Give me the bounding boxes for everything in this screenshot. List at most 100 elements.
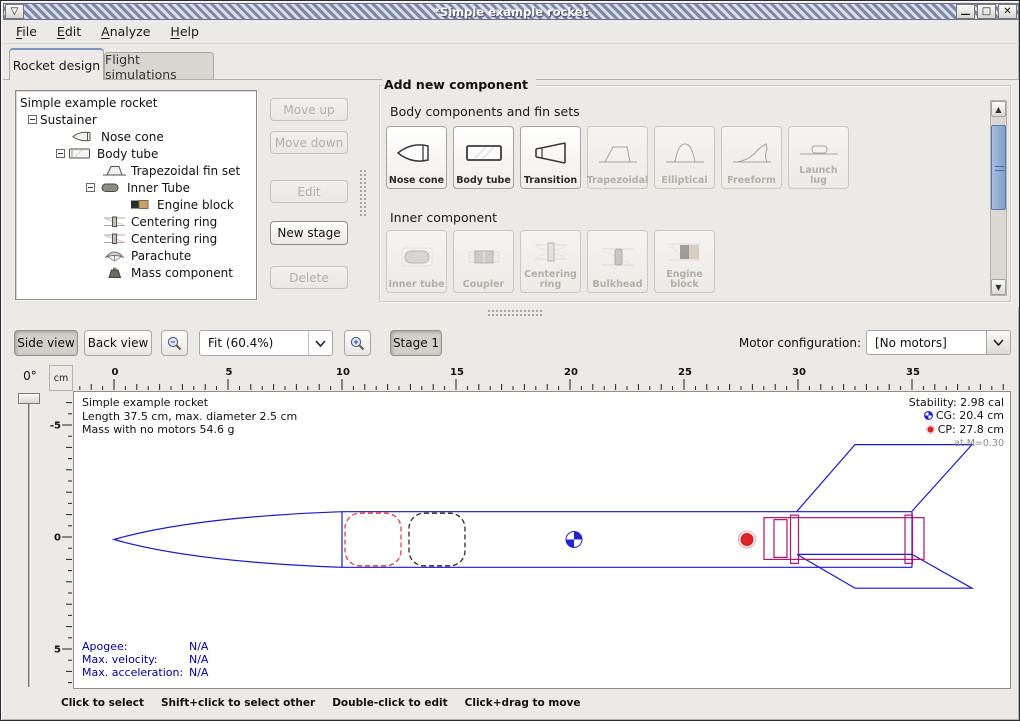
nose-cone-outline[interactable] <box>114 512 342 568</box>
centering-ring-fore[interactable] <box>791 515 799 563</box>
svg-text:15: 15 <box>450 367 464 378</box>
rotation-slider-handle[interactable] <box>18 393 40 404</box>
bulkhead-icon <box>596 234 640 280</box>
zoom-out-button[interactable] <box>161 330 188 356</box>
component-button-label: Freeform <box>727 176 776 186</box>
centering-ring-icon <box>102 232 128 245</box>
edit-button[interactable]: Edit <box>270 180 348 203</box>
centering-ring-aft[interactable] <box>905 515 913 563</box>
transition-icon <box>529 130 573 176</box>
nose-cone-icon <box>72 130 98 143</box>
menu-analyze[interactable]: Analyze <box>92 21 159 42</box>
stage-1-label: Stage 1 <box>393 336 439 350</box>
view-toolbar: Side view Back view Fit (60.4%) Stage 1 … <box>3 319 1019 363</box>
side-view-button[interactable]: Side view <box>14 330 78 356</box>
tree-item-label: Trapezoidal fin set <box>131 164 240 178</box>
tree-item-simple-example-rocket[interactable]: Simple example rocket <box>16 94 256 111</box>
close-button[interactable]: ✕ <box>998 4 1017 19</box>
add-transition-button[interactable]: Transition <box>520 126 581 189</box>
tab-flight-simulations[interactable]: Flight simulations <box>104 52 214 80</box>
rocket-info-text: Simple example rocket Length 37.5 cm, ma… <box>82 396 297 437</box>
move-down-button[interactable]: Move down <box>270 131 348 154</box>
svg-text:-5: -5 <box>50 421 61 432</box>
zoom-in-button[interactable] <box>344 330 371 356</box>
add-coupler-button[interactable]: Coupler <box>453 230 514 293</box>
motor-configuration-label: Motor configuration: <box>733 330 861 356</box>
horizontal-ruler: 05101520253035 <box>73 365 1011 391</box>
vertical-splitter[interactable] <box>358 168 367 218</box>
add-body-tube-button[interactable]: Body tube <box>453 126 514 189</box>
thumb-grip-icon <box>995 166 1004 171</box>
tree-item-label: Centering ring <box>131 232 217 246</box>
menu-file[interactable]: File <box>7 21 46 42</box>
add-inner-tube-button[interactable]: Inner tube <box>386 230 447 293</box>
add-centering-ring-button[interactable]: Centering ring <box>520 230 581 293</box>
tree-item-inner-tube[interactable]: Inner Tube <box>16 179 256 196</box>
scroll-down-icon[interactable]: ▼ <box>991 279 1006 295</box>
inner-tube-outline[interactable] <box>764 518 924 560</box>
add-bulkhead-button[interactable]: Bulkhead <box>587 230 648 293</box>
scrollbar-thumb[interactable] <box>991 125 1006 210</box>
add-engine-block-button[interactable]: Engine block <box>654 230 715 293</box>
max-acceleration-value: N/A <box>189 666 208 679</box>
tree-item-parachute[interactable]: Parachute <box>16 247 256 264</box>
cg-symbol <box>566 532 582 548</box>
tree-item-nose-cone[interactable]: Nose cone <box>16 128 256 145</box>
zoom-select[interactable]: Fit (60.4%) <box>199 330 333 356</box>
new-stage-button[interactable]: New stage <box>270 221 348 245</box>
horizontal-splitter[interactable] <box>3 307 1019 319</box>
add-launch-lug-button[interactable]: Launch lug <box>788 126 849 189</box>
tab-label: Flight simulations <box>105 52 213 82</box>
add-elliptical-button[interactable]: Elliptical <box>654 126 715 189</box>
menu-help[interactable]: Help <box>161 21 208 42</box>
tree-item-label: Parachute <box>131 249 191 263</box>
title-bar[interactable]: ▽ *Simple example rocket — □ ✕ <box>3 3 1019 20</box>
tree-item-label: Centering ring <box>131 215 217 229</box>
engine-block-outline[interactable] <box>774 520 787 558</box>
rocket-view-region: 0° cm 05101520253035 -505 <box>3 363 1019 691</box>
motor-configuration-select[interactable]: [No motors] <box>866 330 1011 355</box>
svg-text:20: 20 <box>564 367 578 378</box>
stage-1-toggle[interactable]: Stage 1 <box>390 330 442 356</box>
tab-rocket-design[interactable]: Rocket design <box>9 48 104 80</box>
tree-item-trapezoidal-fin-set[interactable]: Trapezoidal fin set <box>16 162 256 179</box>
mass-component-outline[interactable] <box>409 513 465 566</box>
expander-minus-icon[interactable] <box>56 149 65 158</box>
body-tube-icon <box>68 147 94 160</box>
add-nose-cone-button[interactable]: Nose cone <box>386 126 447 189</box>
delete-button[interactable]: Delete <box>270 266 348 289</box>
component-scrollbar[interactable]: ▲ ▼ <box>990 100 1007 296</box>
rotation-slider-track[interactable] <box>28 403 31 687</box>
max-acceleration-label: Max. acceleration: <box>82 666 189 679</box>
expander-minus-icon[interactable] <box>28 115 37 124</box>
chevron-down-icon <box>986 331 1010 354</box>
tree-item-centering-ring[interactable]: Centering ring <box>16 213 256 230</box>
tree-item-mass-component[interactable]: Mass component <box>16 264 256 281</box>
parachute-icon <box>102 249 128 262</box>
mach-note: at M=0.30 <box>909 437 1004 450</box>
expander-minus-icon[interactable] <box>86 183 95 192</box>
tree-item-body-tube[interactable]: Body tube <box>16 145 256 162</box>
tree-item-engine-block[interactable]: Engine block <box>16 196 256 213</box>
fin-top[interactable] <box>797 445 972 512</box>
minimize-button[interactable]: — <box>956 4 975 19</box>
add-trapezoidal-button[interactable]: Trapezoidal <box>587 126 648 189</box>
scroll-up-icon[interactable]: ▲ <box>991 101 1006 117</box>
add-freeform-button[interactable]: Freeform <box>721 126 782 189</box>
tree-item-centering-ring[interactable]: Centering ring <box>16 230 256 247</box>
maximize-button[interactable]: □ <box>977 4 996 19</box>
tree-item-sustainer[interactable]: Sustainer <box>16 111 256 128</box>
rocket-canvas[interactable]: Simple example rocket Length 37.5 cm, ma… <box>73 391 1011 689</box>
component-tree[interactable]: Simple example rocketSustainerNose coneB… <box>15 90 257 300</box>
back-view-button[interactable]: Back view <box>84 330 152 356</box>
component-button-label: Inner tube <box>388 280 444 290</box>
move-up-button[interactable]: Move up <box>270 98 348 121</box>
menu-edit[interactable]: Edit <box>48 21 90 42</box>
cg-value: CG: 20.4 cm <box>936 409 1004 422</box>
svg-text:0: 0 <box>54 533 61 544</box>
edit-label: Edit <box>297 185 320 199</box>
tree-item-label: Simple example rocket <box>20 96 157 110</box>
svg-text:0: 0 <box>112 367 119 378</box>
zoom-value: Fit (60.4%) <box>200 336 308 350</box>
parachute-outline[interactable] <box>345 513 401 566</box>
